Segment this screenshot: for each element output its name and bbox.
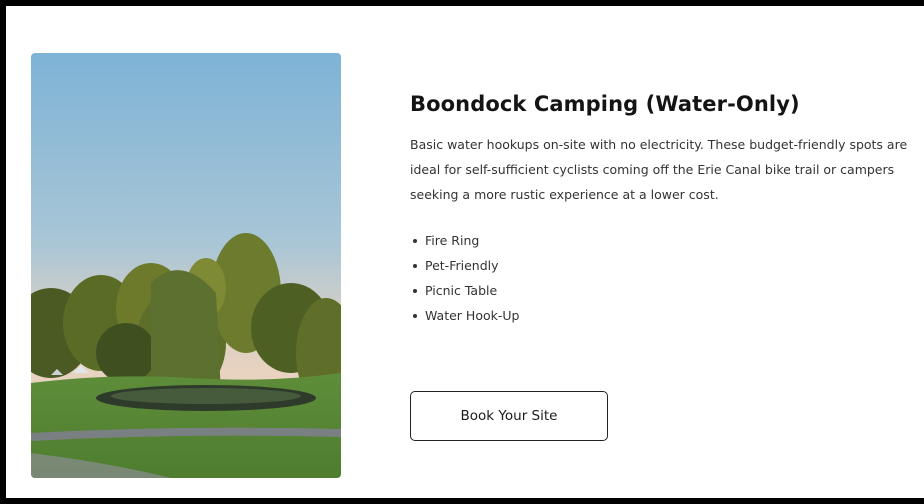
feature-label: Pet-Friendly xyxy=(425,258,499,273)
site-description: Basic water hookups on-site with no elec… xyxy=(410,137,908,202)
bullet-icon xyxy=(413,313,417,318)
bullet-icon xyxy=(413,288,417,293)
feature-label: Water Hook-Up xyxy=(425,308,520,323)
feature-item: Pet-Friendly xyxy=(410,253,922,278)
site-details: Boondock Camping (Water-Only) Basic wate… xyxy=(410,90,922,328)
feature-label: Fire Ring xyxy=(425,233,480,248)
bullet-icon xyxy=(413,263,417,268)
feature-list: Fire Ring Pet-Friendly Picnic Table Wate… xyxy=(410,228,922,328)
campground-photo xyxy=(31,53,341,478)
site-card: Boondock Camping (Water-Only) Basic wate… xyxy=(0,0,924,504)
bullet-icon xyxy=(413,238,417,243)
feature-item: Fire Ring xyxy=(410,228,922,253)
site-title: Boondock Camping (Water-Only) xyxy=(410,92,800,116)
feature-item: Picnic Table xyxy=(410,278,922,303)
feature-label: Picnic Table xyxy=(425,283,498,298)
book-site-button[interactable]: Book Your Site xyxy=(410,391,608,441)
feature-item: Water Hook-Up xyxy=(410,303,922,328)
